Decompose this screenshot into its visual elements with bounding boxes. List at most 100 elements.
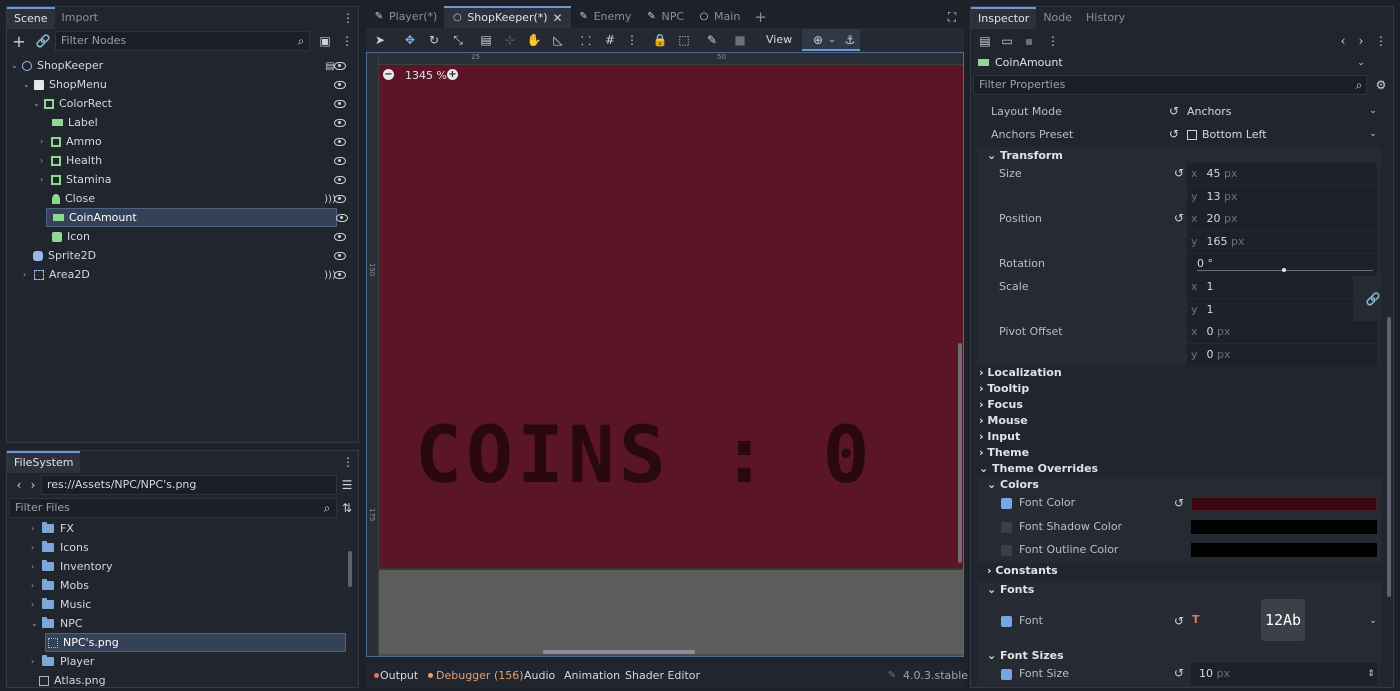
rotate-tool-icon[interactable]: ↻	[426, 32, 442, 48]
tab-main[interactable]: ○ Main	[691, 6, 747, 28]
tree-item-sprite2d[interactable]: Sprite2D	[33, 246, 356, 265]
tab-npc[interactable]: ✎ NPC	[638, 6, 691, 28]
group-icon[interactable]: ⬚	[676, 32, 692, 48]
folder-mobs[interactable]: › Mobs	[31, 576, 89, 595]
filter-nodes-input[interactable]: Filter Nodes	[55, 31, 310, 51]
font-size-field[interactable]: 10 px	[1191, 663, 1377, 685]
visibility-icon[interactable]	[334, 175, 346, 184]
open-folder-icon[interactable]: ▭	[999, 33, 1015, 49]
font-preview[interactable]: 12Ab	[1261, 599, 1305, 641]
bottom-tab-animation[interactable]: Animation	[564, 669, 620, 682]
revert-icon[interactable]: ↺	[1174, 614, 1184, 628]
property-tools-icon[interactable]: ⚙	[1373, 77, 1389, 93]
slider-grabber[interactable]	[1282, 268, 1286, 272]
section-focus[interactable]: › Focus	[979, 398, 1023, 411]
bone-icon[interactable]: ✎	[704, 32, 720, 48]
select-tool-icon[interactable]: ➤	[372, 32, 388, 48]
visibility-icon[interactable]	[334, 137, 346, 146]
dock-menu-icon[interactable]: ⋮	[340, 10, 356, 26]
revert-icon[interactable]: ↺	[1174, 211, 1184, 225]
subsection-fonts[interactable]: ⌄ Fonts	[987, 583, 1034, 596]
revert-icon[interactable]: ↺	[1169, 127, 1179, 141]
folder-icons[interactable]: › Icons	[31, 538, 89, 557]
tree-item-shopkeeper[interactable]: ⌄ ShopKeeper ▤	[11, 56, 356, 75]
pivot-y-field[interactable]: y 0 px	[1187, 344, 1377, 366]
visibility-icon[interactable]	[334, 270, 346, 279]
tab-shopkeeper[interactable]: ○ ShopKeeper(*) ✕	[444, 6, 571, 28]
lock-icon[interactable]: 🔒	[652, 32, 668, 48]
distraction-free-icon[interactable]: ⛶	[944, 9, 960, 25]
font-outline-checkbox[interactable]	[1001, 544, 1012, 556]
ruler-tool-icon[interactable]: ◺	[550, 32, 566, 48]
zoom-level[interactable]: 1345 %	[405, 69, 447, 82]
list-select-icon[interactable]: ▤	[478, 32, 494, 48]
close-icon[interactable]: ✕	[552, 10, 564, 26]
visibility-icon[interactable]	[334, 251, 346, 260]
tree-item-label[interactable]: Label	[52, 113, 356, 132]
bottom-tab-output[interactable]: Output	[380, 669, 418, 682]
script-icon[interactable]: ▣	[317, 33, 333, 49]
chevron-down-icon[interactable]: ⌄	[1365, 126, 1381, 142]
pivot-tool-icon[interactable]: ⊹	[502, 32, 518, 48]
add-tab-button[interactable]: +	[747, 6, 774, 28]
tab-inspector[interactable]: Inspector	[971, 7, 1037, 29]
tree-item-health[interactable]: › Health	[40, 151, 356, 170]
tab-import[interactable]: Import	[55, 7, 106, 29]
tab-scene[interactable]: Scene	[7, 7, 55, 29]
visibility-icon[interactable]	[334, 232, 346, 241]
scale-y-field[interactable]: y 1	[1187, 299, 1353, 321]
section-localization[interactable]: › Localization	[979, 366, 1062, 379]
revert-icon[interactable]: ↺	[1174, 166, 1184, 180]
spinner-icon[interactable]: ⇕	[1363, 666, 1379, 682]
tree-item-icon[interactable]: Icon	[52, 227, 356, 246]
folder-npc[interactable]: ⌄ NPC	[31, 614, 83, 633]
new-resource-icon[interactable]: ▤	[977, 33, 993, 49]
tab-enemy[interactable]: ✎ Enemy	[571, 6, 639, 28]
link-icon[interactable]: 🔗	[35, 33, 51, 49]
forward-icon[interactable]: ›	[25, 477, 41, 493]
split-view-icon[interactable]: ☰	[339, 477, 355, 493]
tree-item-colorrect[interactable]: ⌄ ColorRect	[33, 94, 356, 113]
add-node-icon[interactable]: +	[11, 32, 27, 51]
visibility-icon[interactable]	[334, 194, 346, 203]
visibility-icon[interactable]	[334, 118, 346, 127]
file-atlas-png[interactable]: Atlas.png	[39, 671, 106, 687]
viewport[interactable]: 25 50 150 175 COINS : 0 − 1345 % +	[366, 52, 964, 657]
tree-item-area2d[interactable]: › Area2D )))	[23, 265, 356, 284]
sort-icon[interactable]: ⇅	[339, 500, 355, 516]
chevron-down-icon[interactable]: ⌄	[824, 32, 840, 48]
tab-history[interactable]: History	[1079, 7, 1132, 29]
camera-icon[interactable]: ■	[732, 32, 748, 48]
font-shadow-swatch[interactable]	[1191, 520, 1377, 534]
visibility-icon[interactable]	[334, 156, 346, 165]
font-color-swatch[interactable]	[1191, 497, 1377, 511]
pan-tool-icon[interactable]: ✋	[526, 32, 542, 48]
tab-player[interactable]: ✎ Player(*)	[366, 6, 444, 28]
snap-icon[interactable]: ⸬	[578, 32, 594, 48]
tab-node[interactable]: Node	[1036, 7, 1079, 29]
file-npc-png[interactable]: NPC's.png	[45, 633, 346, 652]
zoom-in-icon[interactable]: +	[447, 69, 458, 80]
visibility-icon[interactable]	[336, 214, 348, 222]
visibility-icon[interactable]	[334, 99, 346, 108]
revert-icon[interactable]: ↺	[1174, 496, 1184, 510]
size-y-field[interactable]: y 13 px	[1187, 186, 1377, 208]
section-theme[interactable]: › Theme	[979, 446, 1029, 459]
tree-item-coinamount[interactable]: CoinAmount	[46, 208, 337, 227]
position-x-field[interactable]: x 20 px	[1187, 208, 1377, 230]
pivot-x-field[interactable]: x 0 px	[1187, 321, 1377, 343]
font-size-checkbox[interactable]	[1001, 668, 1012, 680]
rotation-slider[interactable]: 0 °	[1187, 254, 1377, 276]
folder-music[interactable]: › Music	[31, 595, 91, 614]
object-history-icon[interactable]: ⋮	[1373, 33, 1389, 49]
subsection-constants[interactable]: › Constants	[987, 564, 1058, 577]
anchor-icon[interactable]: ⚓	[842, 32, 858, 48]
subsection-colors[interactable]: ⌄ Colors	[987, 478, 1039, 491]
inspector-scrollbar[interactable]	[1387, 317, 1391, 597]
size-x-field[interactable]: x 45 px	[1187, 163, 1377, 185]
horizontal-scrollbar[interactable]	[543, 650, 695, 654]
scale-x-field[interactable]: x 1	[1187, 276, 1353, 298]
history-back-icon[interactable]: ‹	[1335, 33, 1351, 49]
scale-tool-icon[interactable]: ⤡	[450, 32, 466, 48]
chevron-down-icon[interactable]: ⌄	[1353, 55, 1369, 71]
